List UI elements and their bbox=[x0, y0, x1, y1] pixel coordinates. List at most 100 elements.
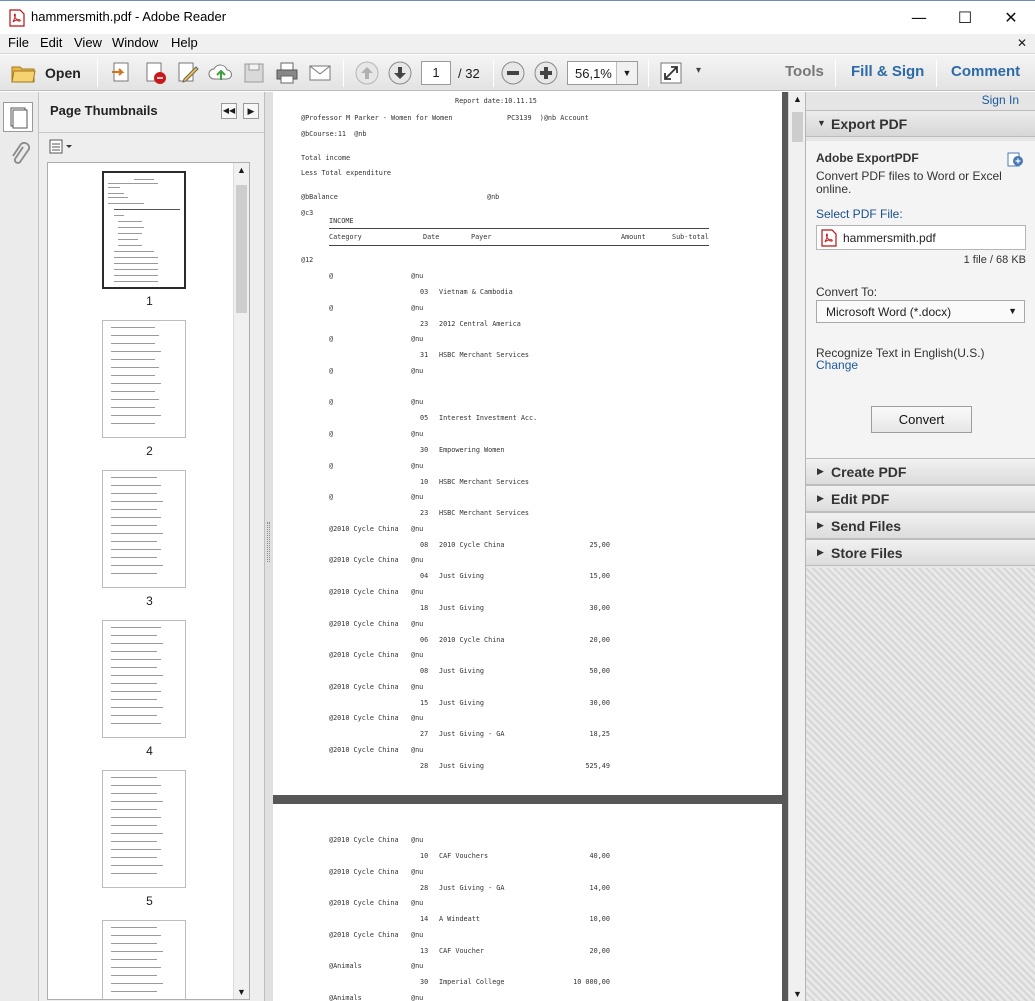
chevron-right-icon: ▶ bbox=[817, 520, 824, 530]
upload-cloud-icon[interactable] bbox=[208, 60, 234, 86]
row-payer: Just Giving bbox=[439, 667, 485, 676]
row-nu: @nu bbox=[411, 619, 424, 628]
row-date: 06 bbox=[420, 635, 429, 644]
pdf-app-icon bbox=[9, 9, 25, 27]
toolbar: Open 1 / 32 56,1% ▼ ▾ Tools Fill & Sign … bbox=[0, 55, 1035, 91]
change-language-link[interactable]: Change bbox=[816, 358, 858, 372]
close-document-icon[interactable]: ✕ bbox=[1017, 36, 1027, 50]
send-files-header[interactable]: ▶ Send Files bbox=[806, 512, 1035, 539]
store-files-title: Store Files bbox=[831, 545, 903, 561]
close-window-button[interactable]: ✕ bbox=[988, 1, 1034, 35]
menu-help[interactable]: Help bbox=[171, 35, 198, 50]
scroll-down-icon[interactable]: ▼ bbox=[237, 987, 246, 997]
report-date: Report date:10.11.15 bbox=[455, 97, 537, 105]
row-amount: 14,00 bbox=[589, 883, 610, 892]
row-category: @ bbox=[329, 461, 334, 470]
row-nu: @nu bbox=[411, 682, 424, 691]
page-number-input[interactable]: 1 bbox=[421, 61, 451, 85]
comment-link[interactable]: Comment bbox=[951, 63, 1020, 80]
expand-panel-button[interactable]: ▶ bbox=[243, 103, 259, 119]
fit-page-icon[interactable] bbox=[658, 60, 684, 86]
tools-link[interactable]: Tools bbox=[785, 63, 824, 80]
save-icon[interactable] bbox=[241, 60, 267, 86]
panel-title: Page Thumbnails bbox=[50, 103, 158, 118]
previous-page-icon[interactable] bbox=[354, 60, 380, 86]
print-icon[interactable] bbox=[274, 60, 300, 86]
selected-file-box[interactable]: hammersmith.pdf bbox=[816, 225, 1026, 250]
chevron-right-icon: ▶ bbox=[817, 547, 824, 557]
row-nu: @nu bbox=[411, 588, 424, 596]
row-category: @Animals bbox=[329, 994, 362, 1001]
document-scrollbar[interactable]: ▲ ▼ bbox=[788, 92, 805, 1001]
scroll-thumb[interactable] bbox=[236, 185, 247, 313]
pdf-page-1: Report date:10.11.15 @Professor M Parker… bbox=[273, 92, 782, 795]
pdf-file-icon[interactable] bbox=[142, 60, 168, 86]
email-icon[interactable] bbox=[307, 60, 333, 86]
scroll-down-icon[interactable]: ▼ bbox=[793, 989, 802, 999]
edit-form-icon[interactable] bbox=[175, 60, 201, 86]
pdf-page-2: @2010 Cycle China @nu 10 CAF Vouchers 40,00 @… bbox=[273, 804, 782, 1001]
row-payer: Empowering Women bbox=[439, 446, 505, 454]
scroll-up-icon[interactable]: ▲ bbox=[237, 165, 246, 175]
export-info-icon[interactable] bbox=[1006, 150, 1024, 168]
maximize-button[interactable]: ☐ bbox=[942, 1, 988, 35]
thumbnail-page-3[interactable] bbox=[102, 470, 186, 588]
thumbnail-options-button[interactable] bbox=[49, 139, 75, 155]
sign-in-link[interactable]: Sign In bbox=[982, 93, 1019, 107]
convert-to-select[interactable]: Microsoft Word (*.docx) ▼ bbox=[816, 300, 1025, 323]
menu-edit[interactable]: Edit bbox=[40, 35, 62, 50]
row-category: @ bbox=[329, 430, 334, 438]
less-expenditure-line: Less Total expenditure bbox=[301, 169, 392, 177]
row-nu: @nu bbox=[411, 524, 424, 533]
store-files-header[interactable]: ▶ Store Files bbox=[806, 539, 1035, 566]
row-nu: @nu bbox=[411, 836, 424, 844]
chevron-down-icon[interactable]: ▼ bbox=[616, 62, 637, 84]
scroll-up-icon[interactable]: ▲ bbox=[793, 94, 802, 104]
thumbnail-page-2[interactable] bbox=[102, 320, 186, 438]
row-date: 27 bbox=[420, 730, 429, 739]
convert-button[interactable]: Convert bbox=[871, 406, 972, 433]
row-category: @2010 Cycle China bbox=[329, 899, 399, 908]
menu-window[interactable]: Window bbox=[112, 35, 158, 50]
fill-sign-link[interactable]: Fill & Sign bbox=[851, 63, 924, 80]
create-pdf-title: Create PDF bbox=[831, 464, 907, 480]
export-pdf-header[interactable]: ▼ Export PDF bbox=[806, 110, 1035, 137]
row-amount: 20,00 bbox=[589, 635, 610, 644]
next-page-icon[interactable] bbox=[387, 60, 413, 86]
create-pdf-icon[interactable] bbox=[109, 60, 135, 86]
thumbnail-page-1[interactable] bbox=[102, 171, 186, 289]
zoom-select[interactable]: 56,1% ▼ bbox=[567, 61, 638, 85]
thumbnails-scrollbar[interactable]: ▲ ▼ bbox=[233, 163, 249, 999]
zoom-in-icon[interactable] bbox=[533, 60, 559, 86]
toolbar-more-icon[interactable]: ▾ bbox=[696, 65, 701, 76]
chevron-right-icon: ▶ bbox=[817, 493, 824, 503]
chevron-down-icon: ▼ bbox=[1008, 306, 1017, 316]
thumbnails-list: 1 2 3 4 5 ▲ ▼ bbox=[47, 162, 250, 1000]
create-pdf-header[interactable]: ▶ Create PDF bbox=[806, 458, 1035, 485]
export-pdf-body: Adobe ExportPDF Convert PDF files to Wor… bbox=[806, 141, 1035, 458]
collapse-panel-button[interactable]: ◀◀ bbox=[221, 103, 237, 119]
edit-pdf-header[interactable]: ▶ Edit PDF bbox=[806, 485, 1035, 512]
col-category: Category bbox=[329, 233, 362, 241]
thumbnail-page-5[interactable] bbox=[102, 770, 186, 888]
balance-nb: @nb bbox=[487, 193, 500, 201]
menu-view[interactable]: View bbox=[74, 35, 102, 50]
toolbar-separator bbox=[648, 59, 649, 87]
row-amount: 10 000,00 bbox=[573, 978, 610, 987]
scroll-thumb[interactable] bbox=[792, 112, 803, 142]
row-payer: HSBC Merchant Services bbox=[439, 351, 530, 360]
minimize-button[interactable]: — bbox=[896, 1, 942, 35]
thumbnail-page-4[interactable] bbox=[102, 620, 186, 738]
toolbar-separator bbox=[97, 59, 98, 87]
row-nu: @nu bbox=[411, 994, 424, 1001]
document-view[interactable]: Report date:10.11.15 @Professor M Parker… bbox=[273, 92, 788, 1001]
zoom-out-icon[interactable] bbox=[500, 60, 526, 86]
page-thumbnails-tab[interactable] bbox=[3, 102, 33, 132]
panel-splitter[interactable] bbox=[265, 92, 273, 1001]
thumbnail-page-6[interactable] bbox=[102, 920, 186, 999]
row-date: 18 bbox=[420, 604, 429, 612]
open-button[interactable]: Open bbox=[8, 59, 86, 87]
attachment-icon[interactable] bbox=[9, 142, 31, 168]
menu-file[interactable]: File bbox=[8, 35, 29, 50]
thumbnails-panel: Page Thumbnails ◀◀ ▶ 1 2 3 4 5 ▲ ▼ bbox=[39, 92, 265, 1001]
